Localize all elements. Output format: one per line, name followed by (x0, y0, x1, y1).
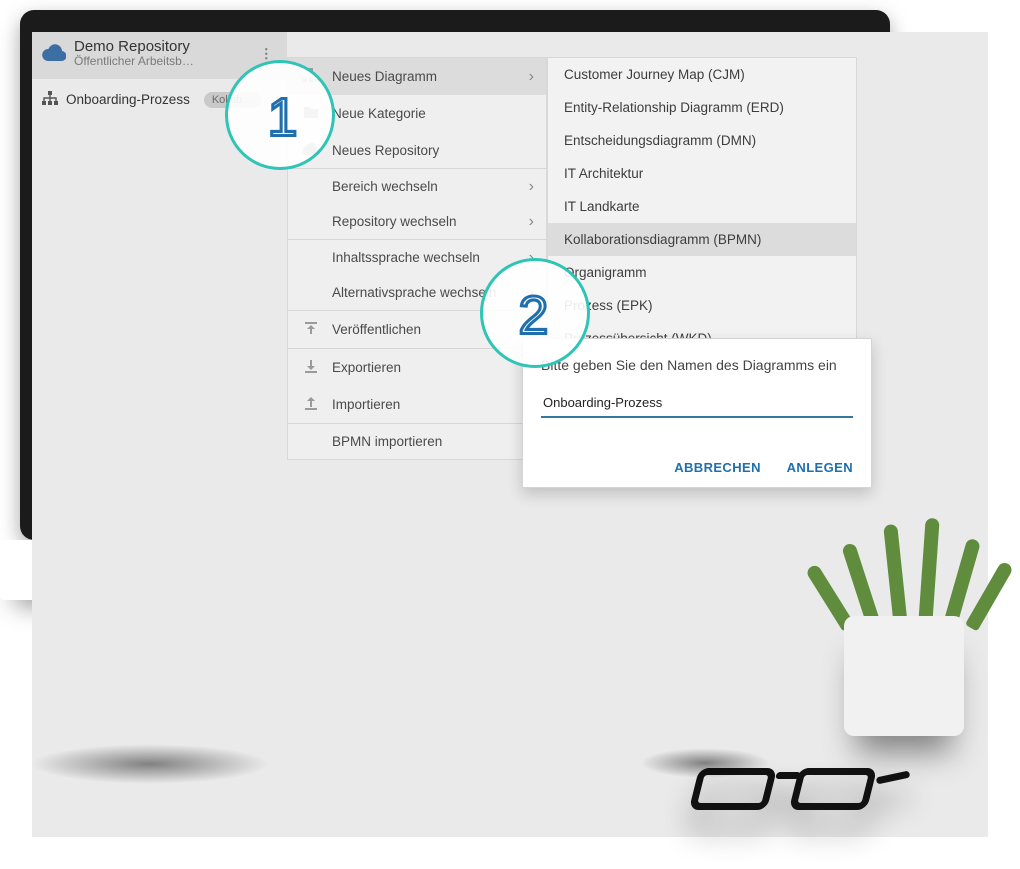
dialog-label: Bitte geben Sie den Namen des Diagramms … (541, 357, 853, 373)
submenu-item-cjm[interactable]: Customer Journey Map (CJM) (548, 58, 856, 91)
submenu-item-bpmn[interactable]: Kollaborationsdiagramm (BPMN) (548, 223, 856, 256)
repository-title: Demo Repository (74, 38, 246, 55)
cloud-icon (42, 43, 66, 64)
menu-item-label: Neues Repository (332, 143, 439, 158)
menu-item-bpmn-import[interactable]: BPMN importieren (288, 424, 546, 459)
submenu-item-it-arch[interactable]: IT Architektur (548, 157, 856, 190)
submenu-item-label: Kollaborationsdiagramm (BPMN) (564, 232, 761, 247)
menu-item-label: Bereich wechseln (332, 179, 438, 194)
submenu-item-label: IT Architektur (564, 166, 643, 181)
menu-item-label: Inhaltssprache wechseln (332, 250, 480, 265)
menu-item-label: BPMN importieren (332, 434, 442, 449)
repository-titles: Demo Repository Öffentlicher Arbeitsb… (74, 38, 246, 69)
submenu-item-it-map[interactable]: IT Landkarte (548, 190, 856, 223)
diagram-type-submenu: Customer Journey Map (CJM) Entity-Relati… (547, 57, 857, 356)
menu-item-label: Alternativsprache wechseln (332, 285, 496, 300)
menu-item-import[interactable]: Importieren (288, 386, 546, 423)
tree-item-label: Onboarding-Prozess (66, 92, 190, 107)
submenu-item-label: Customer Journey Map (CJM) (564, 67, 745, 82)
submenu-item-dmn[interactable]: Entscheidungsdiagramm (DMN) (548, 124, 856, 157)
plant-leaves (842, 520, 970, 628)
submenu-item-label: IT Landkarte (564, 199, 640, 214)
menu-item-switch-repository[interactable]: Repository wechseln (288, 204, 546, 239)
dialog-buttons: ABBRECHEN ANLEGEN (541, 460, 853, 475)
upload-icon (302, 396, 320, 413)
plant-pot (844, 616, 964, 736)
menu-item-label: Exportieren (332, 360, 401, 375)
menu-item-label: Repository wechseln (332, 214, 457, 229)
submenu-item-erd[interactable]: Entity-Relationship Diagramm (ERD) (548, 91, 856, 124)
submenu-item-org[interactable]: Organigramm (548, 256, 856, 289)
step-badge-2: 2 (480, 258, 590, 368)
shadow (640, 748, 770, 778)
shadow (30, 744, 270, 784)
menu-item-label: Importieren (332, 397, 400, 412)
menu-item-label: Neues Diagramm (332, 69, 437, 84)
name-dialog: Bitte geben Sie den Namen des Diagramms … (522, 338, 872, 488)
sitemap-icon (42, 91, 58, 108)
create-button[interactable]: ANLEGEN (787, 460, 853, 475)
svg-text:1: 1 (268, 88, 298, 146)
submenu-item-label: Entscheidungsdiagramm (DMN) (564, 133, 756, 148)
submenu-item-label: Entity-Relationship Diagramm (ERD) (564, 100, 784, 115)
publish-icon (302, 321, 320, 338)
download-icon (302, 359, 320, 376)
diagram-name-input[interactable] (541, 391, 853, 418)
step-badge-1: 1 (225, 60, 335, 170)
menu-item-label: Neue Kategorie (332, 106, 426, 121)
submenu-item-epk[interactable]: Prozess (EPK) (548, 289, 856, 322)
svg-text:2: 2 (518, 286, 548, 344)
repository-subtitle: Öffentlicher Arbeitsb… (74, 55, 246, 69)
cancel-button[interactable]: ABBRECHEN (674, 460, 761, 475)
menu-item-switch-area[interactable]: Bereich wechseln (288, 169, 546, 204)
menu-item-label: Veröffentlichen (332, 322, 421, 337)
